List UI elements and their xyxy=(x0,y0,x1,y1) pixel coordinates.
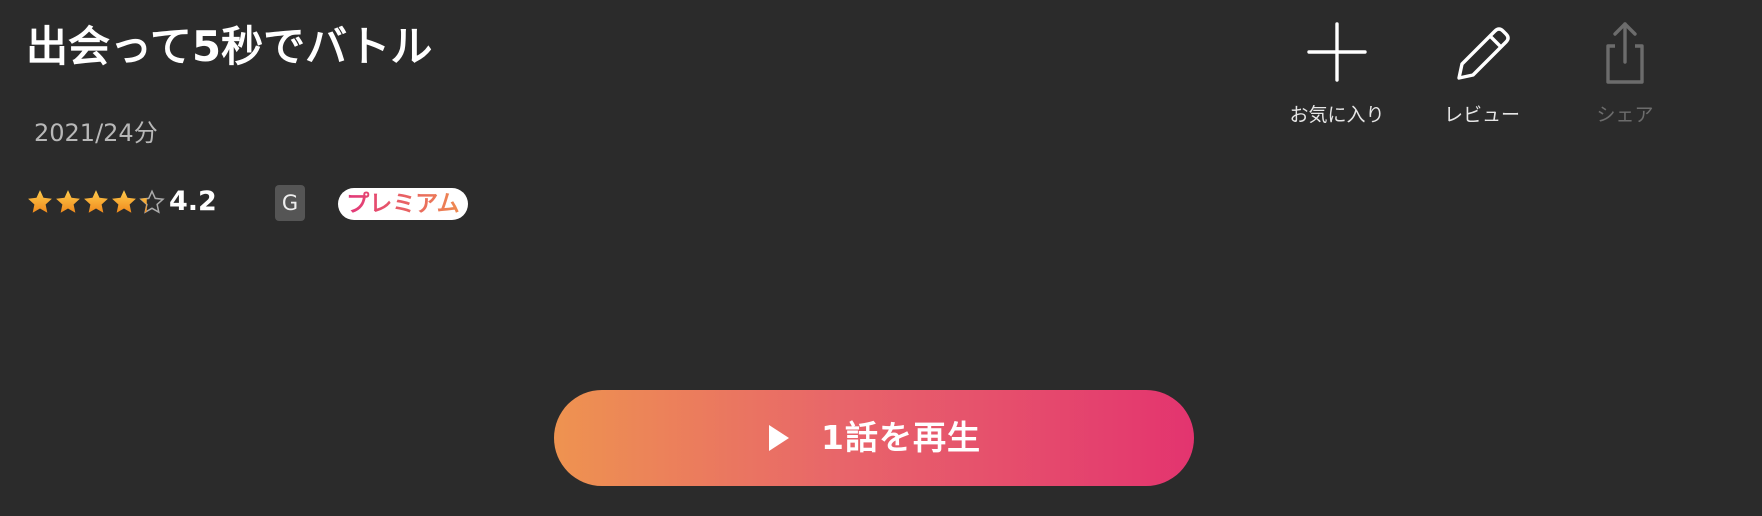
star-rating xyxy=(26,188,166,216)
page-title: 出会って5秒でバトル xyxy=(26,22,433,71)
star-partial-icon xyxy=(139,189,165,214)
star-icon xyxy=(84,190,108,213)
rating-value: 4.2 xyxy=(169,186,217,217)
premium-badge-label: プレミアム xyxy=(346,191,460,217)
share-label: シェア xyxy=(1596,104,1654,126)
star-icon xyxy=(112,190,136,213)
age-rating-badge: G xyxy=(275,185,305,221)
play-episode-label: 1話を再生 xyxy=(821,418,981,457)
review-label: レビュー xyxy=(1443,104,1520,126)
favorite-label: お気に入り xyxy=(1289,104,1385,126)
premium-badge: プレミアム xyxy=(338,188,468,220)
review-button[interactable]: レビュー xyxy=(1412,18,1552,128)
play-icon xyxy=(769,425,790,451)
star-icon xyxy=(28,190,52,213)
pencil-icon xyxy=(1457,27,1510,80)
share-icon xyxy=(1606,22,1644,84)
favorite-button[interactable]: お気に入り xyxy=(1267,18,1407,128)
rating-row: 4.2 G プレミアム xyxy=(26,184,546,221)
release-year-duration: 2021/24分 xyxy=(34,119,158,147)
share-button[interactable]: シェア xyxy=(1555,18,1695,128)
play-episode-button[interactable]: 1話を再生 xyxy=(554,390,1194,486)
plus-icon xyxy=(1307,22,1367,82)
star-icon xyxy=(56,190,80,213)
